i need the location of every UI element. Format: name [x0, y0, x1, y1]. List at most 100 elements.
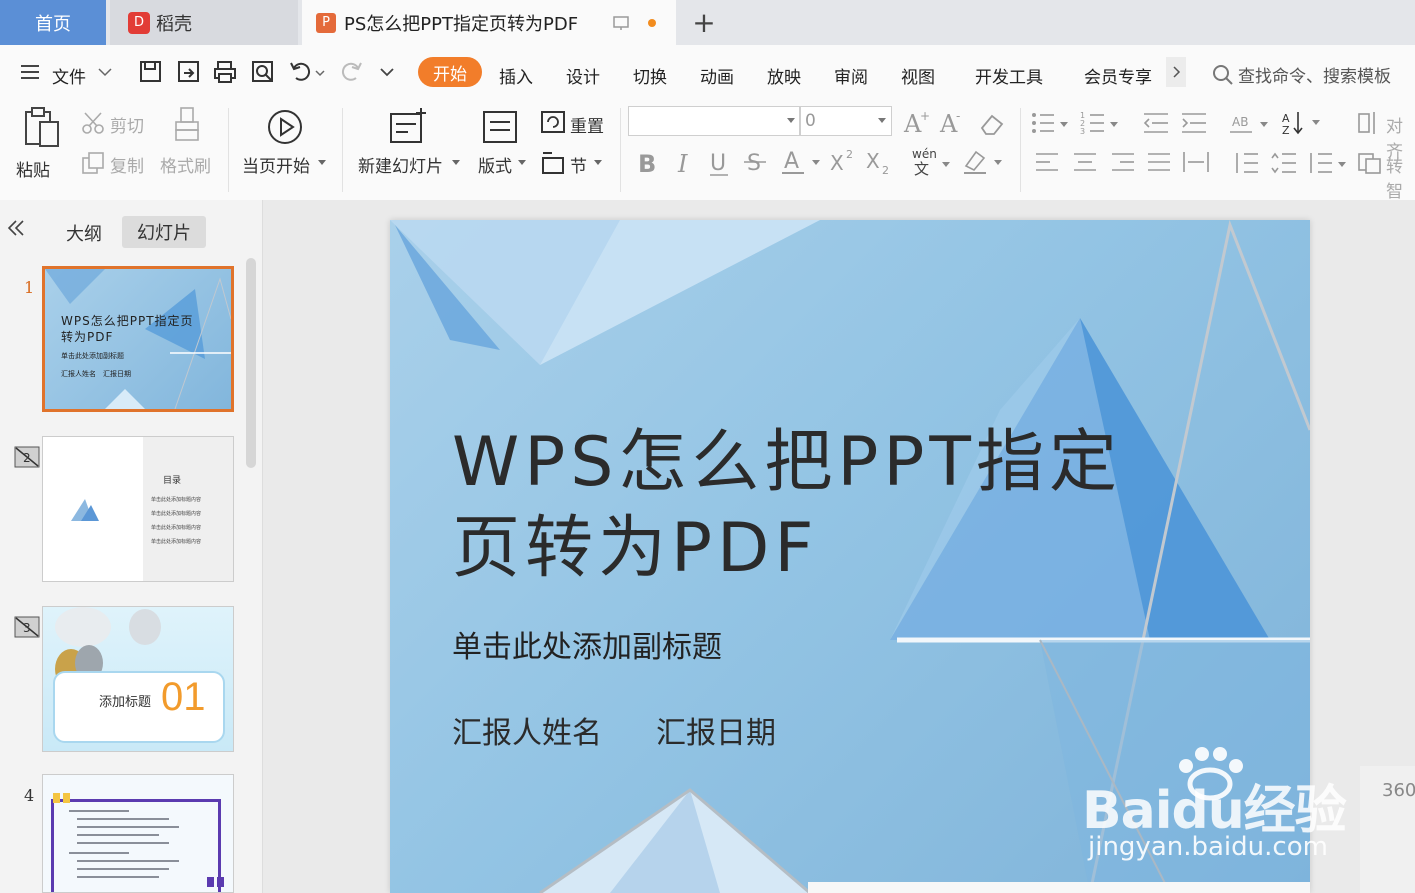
decrease-font-icon[interactable]: A- — [938, 108, 966, 136]
menu-view[interactable]: 视图 — [901, 63, 935, 88]
format-painter-button[interactable]: 格式刷 — [160, 152, 211, 177]
increase-indent-icon[interactable] — [1180, 110, 1208, 136]
menu-devtools[interactable]: 开发工具 — [975, 63, 1043, 88]
align-objects-icon[interactable] — [1356, 110, 1382, 136]
menu-insert[interactable]: 插入 — [499, 63, 533, 88]
dropdown-arrow-icon[interactable] — [878, 118, 888, 126]
tab-slides[interactable]: 幻灯片 — [122, 216, 206, 248]
print-icon[interactable] — [212, 59, 238, 85]
spacing-options-icon[interactable] — [1306, 150, 1348, 176]
section-button[interactable]: 节 — [570, 152, 587, 177]
thumb-title: 添加标题 — [99, 695, 152, 710]
slide-thumbnail-3[interactable]: 添加标题 01 — [42, 606, 234, 752]
watermark-url: jingyan.baidu.com — [1088, 832, 1328, 862]
chevron-down-icon[interactable] — [96, 59, 122, 85]
decrease-indent-icon[interactable] — [1142, 110, 1170, 136]
menu-slideshow[interactable]: 放映 — [767, 63, 801, 88]
dropdown-arrow-icon[interactable] — [452, 160, 462, 168]
undo-dropdown-icon[interactable] — [314, 59, 340, 85]
menu-member[interactable]: 会员专享 — [1084, 63, 1152, 88]
collapse-panel-icon[interactable] — [6, 218, 26, 238]
subscript-icon[interactable]: X2 — [866, 146, 896, 176]
panel-scrollbar[interactable] — [246, 258, 256, 468]
tab-home[interactable]: 首页 — [0, 0, 106, 45]
svg-text:X: X — [866, 149, 880, 173]
menu-animation[interactable]: 动画 — [700, 63, 734, 88]
menu-scroll-right-button[interactable] — [1166, 57, 1186, 87]
eraser-icon[interactable] — [978, 110, 1006, 136]
dropdown-arrow-icon[interactable] — [787, 118, 797, 126]
align-right-icon[interactable] — [1110, 150, 1136, 174]
layout-button[interactable]: 版式 — [478, 152, 512, 177]
sort-icon[interactable]: AZ — [1282, 108, 1324, 136]
paragraph-spacing-icon[interactable] — [1270, 150, 1298, 176]
new-slide-button[interactable]: 新建幻灯片 — [358, 152, 443, 177]
dropdown-arrow-icon[interactable] — [518, 160, 528, 168]
new-tab-button[interactable]: + — [690, 0, 718, 45]
tab-document[interactable]: P PS怎么把PPT指定页转为PDF — [302, 0, 676, 45]
line-spacing-icon[interactable] — [1232, 150, 1260, 176]
font-color-icon[interactable]: A — [782, 146, 822, 176]
convert-button[interactable]: 转智 — [1386, 152, 1415, 202]
font-family-select[interactable] — [628, 106, 800, 136]
more-dropdown-icon[interactable] — [378, 59, 404, 85]
section-icon — [542, 152, 564, 174]
export-icon[interactable] — [176, 59, 202, 85]
svg-text:A: A — [784, 149, 799, 174]
paste-button[interactable]: 粘贴 — [14, 106, 70, 186]
save-icon[interactable] — [138, 59, 164, 85]
svg-text:U: U — [710, 151, 726, 176]
distribute-icon[interactable] — [1182, 150, 1210, 174]
reset-button[interactable]: 重置 — [570, 112, 604, 137]
svg-text:-: - — [956, 109, 960, 123]
layout-icon — [483, 111, 517, 143]
print-preview-icon[interactable] — [250, 59, 276, 85]
slide-title[interactable]: WPS怎么把PPT指定页转为PDF — [452, 420, 1132, 592]
undo-icon[interactable] — [288, 59, 314, 85]
increase-font-icon[interactable]: A+ — [902, 108, 930, 136]
ribbon-separator — [342, 108, 343, 192]
italic-icon[interactable]: I — [674, 148, 696, 176]
side-tool-panel[interactable]: 360 — [1360, 766, 1415, 893]
thumb-toc-item: 单击此处添加标题内容 — [151, 525, 202, 531]
cut-button[interactable]: 剪切 — [110, 112, 144, 137]
align-center-icon[interactable] — [1072, 150, 1098, 174]
menu-design[interactable]: 设计 — [566, 63, 600, 88]
tab-outline[interactable]: 大纲 — [66, 220, 102, 246]
thumb-reporter: 汇报人姓名 — [61, 370, 96, 378]
slide-subtitle[interactable]: 单击此处添加副标题 — [452, 622, 722, 666]
highlight-icon[interactable] — [962, 146, 1004, 176]
menu-review[interactable]: 审阅 — [834, 63, 868, 88]
dropdown-arrow-icon[interactable] — [318, 160, 328, 168]
slide-reporter[interactable]: 汇报人姓名 — [452, 708, 602, 752]
hidden-slide-icon[interactable]: 3 — [14, 616, 40, 638]
redo-icon[interactable] — [338, 59, 364, 85]
menu-start[interactable]: 开始 — [418, 57, 482, 87]
underline-icon[interactable]: U — [708, 148, 732, 178]
convert-icon[interactable] — [1356, 150, 1384, 176]
phonetic-guide-icon[interactable]: wén文 — [910, 144, 952, 176]
superscript-icon[interactable]: X2 — [830, 146, 860, 176]
slide-thumbnail-4[interactable] — [42, 774, 234, 893]
command-search[interactable]: 查找命令、搜索模板 — [1212, 62, 1391, 87]
align-left-icon[interactable] — [1034, 150, 1060, 174]
hamburger-icon[interactable] — [18, 59, 44, 85]
numbered-list-icon[interactable]: 123 — [1080, 110, 1120, 136]
menu-transition[interactable]: 切换 — [633, 63, 667, 88]
copy-button[interactable]: 复制 — [110, 152, 144, 177]
tab-daoke[interactable]: D 稻壳 — [110, 0, 298, 45]
hidden-slide-icon[interactable]: 2 — [14, 446, 40, 468]
dropdown-arrow-icon[interactable] — [594, 160, 604, 168]
text-direction-icon[interactable]: AB — [1228, 110, 1272, 136]
bullet-list-icon[interactable] — [1030, 110, 1070, 136]
justify-icon[interactable] — [1146, 150, 1172, 174]
slide-thumbnail-1[interactable]: WPS怎么把PPT指定页转为PDF 单击此处添加副标题 汇报人姓名 汇报日期 — [42, 266, 234, 412]
play-from-current-button[interactable]: 当页开始 — [242, 152, 310, 177]
slide-date[interactable]: 汇报日期 — [656, 708, 776, 752]
monitor-icon[interactable] — [612, 14, 630, 32]
slide-thumbnail-2[interactable]: 目录 单击此处添加标题内容 单击此处添加标题内容 单击此处添加标题内容 单击此处… — [42, 436, 234, 582]
strikethrough-icon[interactable]: S — [744, 148, 768, 176]
menu-file[interactable]: 文件 — [52, 63, 86, 88]
thumb-toc-item: 单击此处添加标题内容 — [151, 511, 202, 517]
bold-icon[interactable]: B — [636, 148, 658, 176]
